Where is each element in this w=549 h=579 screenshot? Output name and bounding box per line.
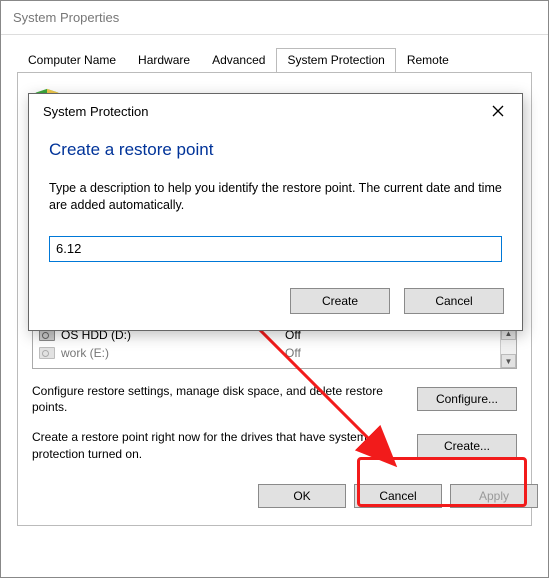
modal-create-button[interactable]: Create: [290, 288, 390, 314]
modal-description: Type a description to help you identify …: [49, 180, 502, 214]
tab-remote[interactable]: Remote: [396, 48, 460, 73]
scroll-down-button[interactable]: ▼: [501, 354, 516, 368]
restore-point-name-input[interactable]: [49, 236, 502, 262]
modal-title: System Protection: [43, 104, 149, 119]
tab-strip: Computer Name Hardware Advanced System P…: [17, 47, 532, 72]
tab-advanced[interactable]: Advanced: [201, 48, 276, 73]
drive-row[interactable]: work (E:) Off: [33, 344, 516, 362]
tab-computer-name[interactable]: Computer Name: [17, 48, 127, 73]
create-restore-point-dialog: System Protection Create a restore point…: [28, 93, 523, 331]
close-button[interactable]: [484, 100, 512, 122]
create-button[interactable]: Create...: [417, 434, 517, 458]
drive-list[interactable]: OS HDD (D:) Off work (E:) Off ▲ ▼: [32, 325, 517, 369]
system-properties-window: System Properties Computer Name Hardware…: [0, 0, 549, 578]
create-description: Create a restore point right now for the…: [32, 429, 407, 461]
highlight-box: [357, 457, 527, 507]
hdd-icon: [39, 347, 55, 359]
drive-list-scrollbar[interactable]: ▲ ▼: [500, 326, 516, 368]
modal-heading: Create a restore point: [49, 140, 502, 160]
ok-button[interactable]: OK: [258, 484, 346, 508]
close-icon: [492, 105, 504, 117]
tab-hardware[interactable]: Hardware: [127, 48, 201, 73]
configure-description: Configure restore settings, manage disk …: [32, 383, 407, 415]
window-title: System Properties: [1, 1, 548, 35]
tab-system-protection[interactable]: System Protection: [276, 48, 395, 73]
drive-name-label: work (E:): [61, 346, 109, 360]
modal-cancel-button[interactable]: Cancel: [404, 288, 504, 314]
hdd-icon: [39, 329, 55, 341]
drive-status-label: Off: [285, 346, 510, 360]
configure-button[interactable]: Configure...: [417, 387, 517, 411]
